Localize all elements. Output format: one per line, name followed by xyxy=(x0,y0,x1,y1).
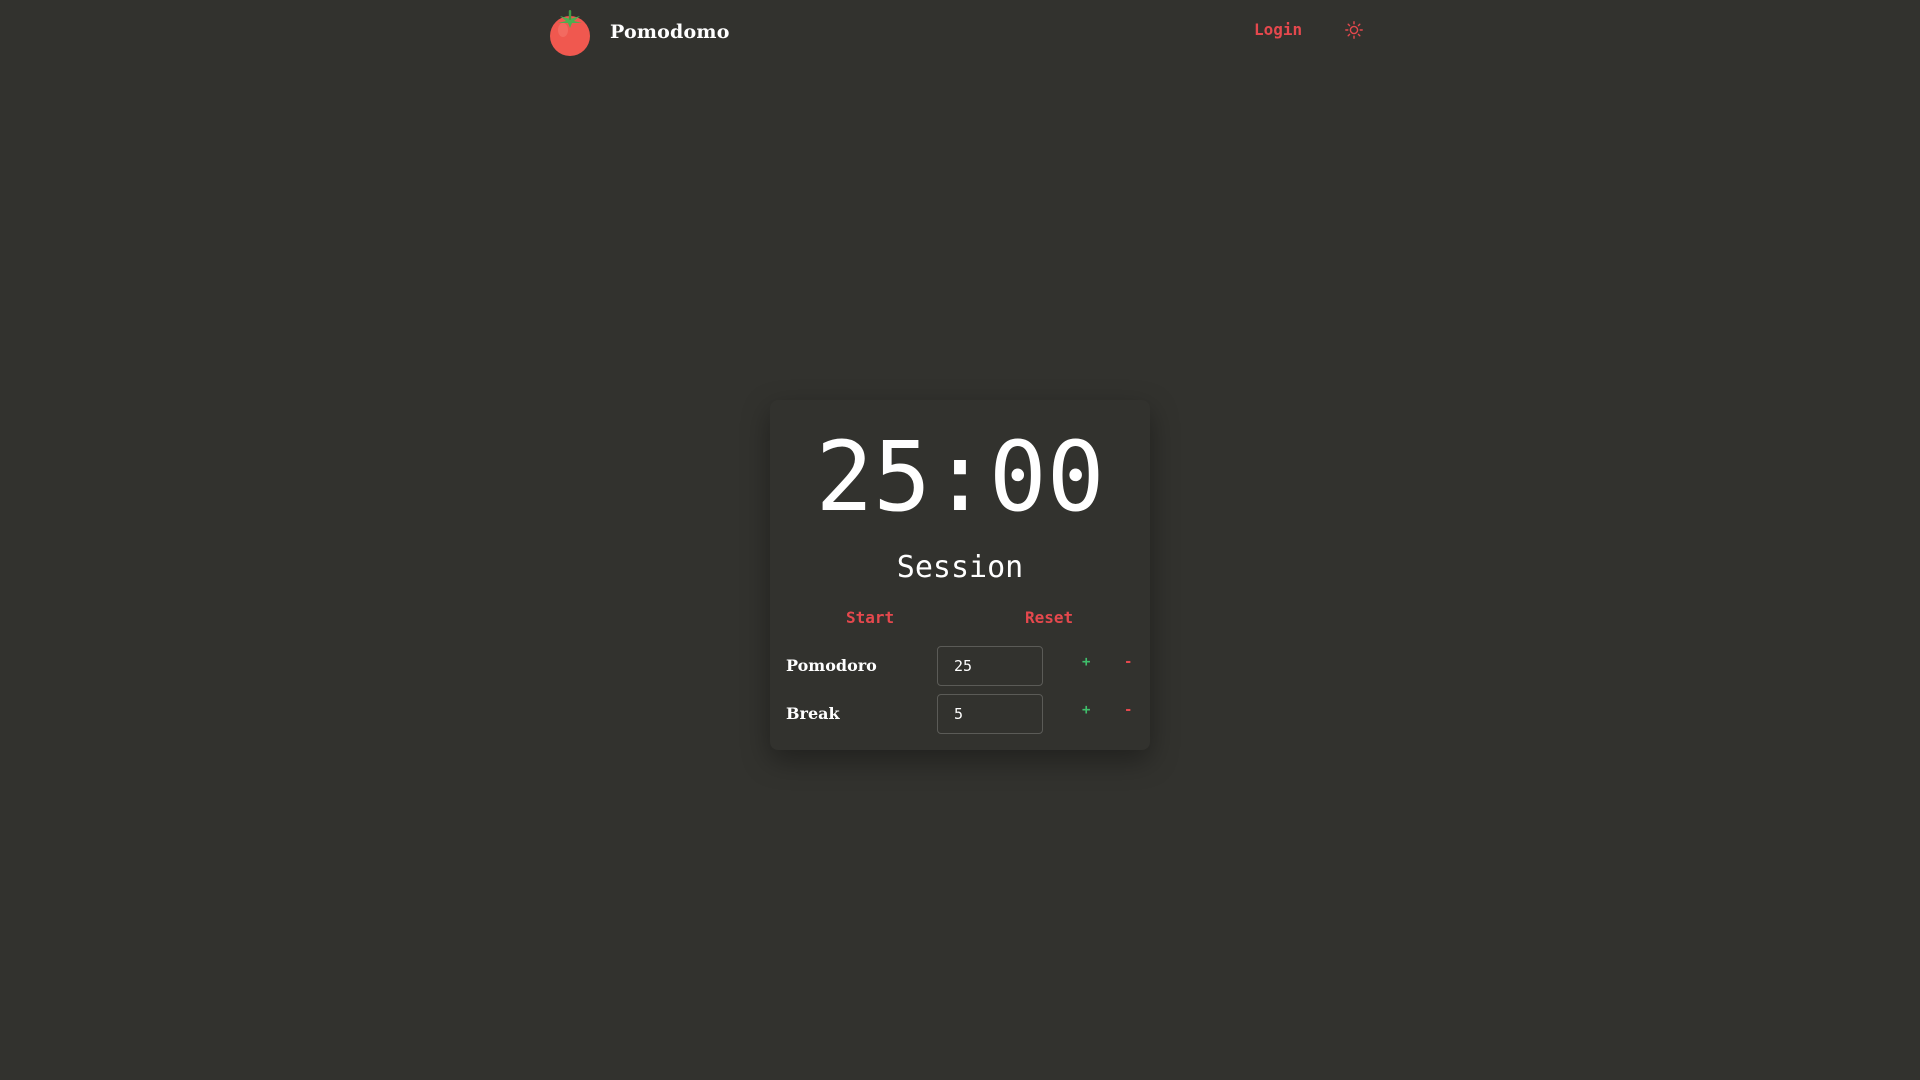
break-length-input[interactable] xyxy=(937,694,1043,734)
pomodoro-label: Pomodoro xyxy=(786,656,877,675)
pomodoro-length-input[interactable] xyxy=(937,646,1043,686)
login-link[interactable]: Login xyxy=(1254,20,1302,39)
pomodoro-setting-row: Pomodoro + - xyxy=(786,646,1136,686)
tomato-icon xyxy=(550,10,590,56)
sun-icon xyxy=(1345,21,1363,39)
brand[interactable]: Pomodomo xyxy=(546,7,730,57)
break-increment-button[interactable]: + xyxy=(1082,702,1090,718)
break-decrement-button[interactable]: - xyxy=(1124,702,1132,718)
timer-card: 25:00 Session Start Reset Pomodoro + - B… xyxy=(770,400,1150,750)
pomodoro-increment-button[interactable]: + xyxy=(1082,654,1090,670)
navbar: Pomodomo Login xyxy=(546,0,1366,66)
break-label: Break xyxy=(786,704,840,723)
pomodoro-decrement-button[interactable]: - xyxy=(1124,654,1132,670)
start-button[interactable]: Start xyxy=(846,608,894,627)
reset-button[interactable]: Reset xyxy=(1025,608,1073,627)
break-setting-row: Break + - xyxy=(786,694,1136,734)
app-name: Pomodomo xyxy=(610,21,730,43)
session-label: Session xyxy=(896,550,1024,585)
timer-display: 25:00 xyxy=(815,421,1105,533)
theme-toggle-button[interactable] xyxy=(1345,21,1363,39)
